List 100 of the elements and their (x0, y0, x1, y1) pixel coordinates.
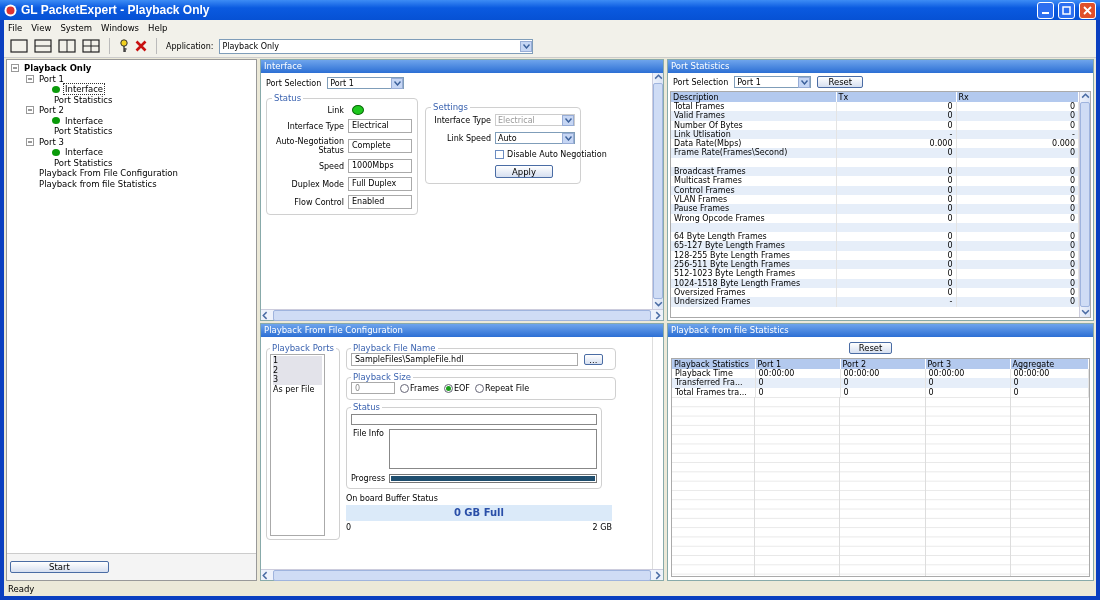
menu-item[interactable]: Help (148, 22, 168, 33)
table-cell: 0 (1069, 176, 1075, 186)
reset-button[interactable]: Reset (817, 76, 864, 88)
port-selection-dropdown[interactable]: Port 1 (734, 76, 812, 88)
column-header[interactable]: Rx (956, 92, 1079, 102)
tree-item[interactable]: Port 1 (37, 72, 66, 85)
radio-label: EOF (454, 383, 470, 393)
tree-item[interactable]: Port Statistics (52, 156, 115, 169)
table-cell: 0 (1069, 241, 1075, 251)
table-cell: Valid Frames (674, 111, 725, 121)
table-cell: 0 (1069, 167, 1075, 177)
port-selection-dropdown[interactable]: Port 1 (327, 77, 405, 89)
tree-item[interactable]: Port 2 (37, 104, 66, 117)
column-header[interactable]: Tx (836, 92, 956, 102)
table-cell: Number Of Bytes (674, 120, 743, 130)
frames-count-field[interactable]: 0 (350, 382, 395, 394)
menu-item[interactable]: File (8, 22, 23, 33)
table-cell: 0 (758, 378, 764, 388)
menu-item[interactable]: Windows (101, 22, 140, 33)
column-header[interactable]: Port 1 (755, 359, 840, 369)
buffer-status-label: On board Buffer Status (345, 494, 439, 503)
menu-item[interactable]: View (31, 22, 52, 33)
vertical-scrollbar[interactable] (652, 73, 663, 309)
dropdown[interactable]: Auto (495, 132, 575, 144)
window-title: GL PacketExpert - Playback Only (21, 3, 211, 17)
column-header[interactable]: Port 2 (840, 359, 925, 369)
table-cell: 0 (947, 111, 953, 121)
radio-button[interactable] (399, 383, 409, 393)
dropdown-arrow-icon[interactable] (391, 77, 404, 89)
tree-item[interactable]: Port Statistics (52, 93, 115, 106)
tree-item[interactable]: Port Statistics (52, 125, 115, 138)
tree-item[interactable]: Playback Only (22, 62, 94, 75)
table-cell: 0 (1069, 120, 1075, 130)
radio-button[interactable] (474, 383, 484, 393)
column-header[interactable]: Description (671, 92, 836, 102)
table-cell: 0 (947, 194, 953, 204)
file-name-field[interactable]: SampleFiles\SampleFile.hdl (350, 353, 578, 366)
apply-button[interactable]: Apply (495, 165, 553, 178)
tree-item[interactable]: Playback from file Statistics (37, 177, 159, 190)
close-button[interactable] (1079, 1, 1096, 19)
column-header[interactable]: Aggregate (1010, 359, 1089, 369)
vertical-split-icon[interactable] (58, 38, 76, 54)
table-cell: 0 (947, 287, 953, 297)
table-cell: Broadcast Frames (674, 167, 746, 177)
horizontal-scrollbar[interactable] (261, 569, 663, 580)
tree-item[interactable]: Interface (63, 146, 106, 159)
tree-item[interactable]: Port 3 (37, 135, 66, 148)
table-cell: 0 (1069, 287, 1075, 297)
table-cell: 0.000 (929, 139, 953, 149)
application-dropdown[interactable]: Playback Only (219, 38, 534, 54)
field-label: Link Speed (446, 133, 491, 143)
table-cell: Undersized Frames (674, 297, 751, 307)
radio-label: Frames (409, 383, 439, 393)
collapse-icon[interactable] (26, 137, 34, 146)
column-header[interactable]: Playback Statistics (672, 359, 755, 369)
table-cell: 0 (1069, 194, 1075, 204)
list-item[interactable]: 1 (273, 356, 322, 366)
table-cell: 0 (947, 167, 953, 177)
field-label: Auto-Negotiation Status (274, 137, 344, 155)
port-selection-label: Port Selection (673, 77, 729, 87)
tree-item[interactable]: Interface (63, 114, 106, 127)
panel-title: Interface (261, 60, 663, 73)
value-field: Enabled (348, 195, 412, 209)
horizontal-scrollbar[interactable] (261, 309, 663, 320)
dropdown-arrow-icon[interactable] (562, 132, 574, 144)
minimize-button[interactable] (1037, 1, 1054, 19)
list-item[interactable]: As per File (273, 384, 322, 394)
four-pane-icon[interactable] (82, 38, 100, 54)
collapse-icon[interactable] (26, 106, 34, 115)
tree-item[interactable]: Interface (63, 83, 106, 96)
value-field: Full Duplex (348, 177, 412, 191)
reset-button[interactable]: Reset (849, 342, 892, 354)
field-label: Interface Type (286, 121, 344, 131)
collapse-icon[interactable] (11, 64, 19, 73)
collapse-icon[interactable] (26, 74, 34, 83)
radio-button[interactable] (444, 383, 453, 393)
list-item[interactable]: 2 (273, 365, 322, 375)
table-cell: 0 (1069, 269, 1075, 279)
single-pane-icon[interactable] (10, 38, 28, 54)
horizontal-split-icon[interactable] (34, 38, 52, 54)
dropdown-arrow-icon[interactable] (520, 40, 533, 52)
vertical-scrollbar[interactable] (1079, 92, 1090, 317)
tree-item[interactable]: Playback From File Configuration (37, 167, 180, 180)
menu-item[interactable]: System (60, 22, 93, 33)
browse-button[interactable]: ... (583, 354, 603, 365)
list-item[interactable]: 3 (273, 375, 322, 385)
close-icon[interactable] (135, 40, 147, 52)
checkbox[interactable] (495, 150, 504, 159)
maximize-button[interactable] (1058, 1, 1075, 19)
key-icon[interactable] (119, 39, 129, 53)
dropdown-arrow-icon[interactable] (798, 76, 811, 88)
table-cell: 512-1023 Byte Length Frames (674, 269, 796, 279)
start-button[interactable]: Start (10, 561, 109, 573)
table-cell: 0 (947, 204, 953, 214)
table-cell: Control Frames (674, 185, 735, 195)
table-cell: 0 (947, 148, 953, 158)
table-cell: 00:00:00 (928, 369, 965, 378)
column-header[interactable]: Port 3 (925, 359, 1010, 369)
status-text: Ready (8, 583, 35, 594)
table-cell: 1024-1518 Byte Length Frames (674, 278, 801, 288)
